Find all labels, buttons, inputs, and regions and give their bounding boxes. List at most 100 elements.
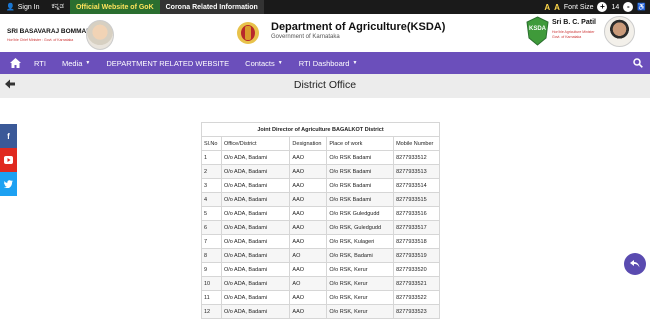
nav-item-contacts-label: Contacts [245, 58, 275, 68]
svg-text:KSDA: KSDA [529, 26, 547, 32]
cell-place: O/o RSK Badami [326, 164, 395, 179]
table-caption: Joint Director of Agriculture BAGALKOT D… [201, 122, 440, 137]
chief-minister-block: SRI BASAVARAJ BOMMAI Hon'ble Chief Minis… [4, 18, 114, 50]
chevron-down-icon: ▼ [85, 60, 91, 66]
cell-place: O/o RSK, Badami [326, 248, 395, 263]
table-row: 5 O/o ADA, Badami AAO O/o RSK Guledgudd 8277… [201, 206, 440, 221]
cell-slno: 3 [201, 178, 222, 193]
column-header-office: Office/District [220, 136, 291, 151]
cell-slno: 12 [201, 304, 222, 319]
cell-slno: 7 [201, 234, 222, 249]
nav-item-media-label: Media [61, 58, 83, 68]
cell-slno: 11 [201, 290, 222, 305]
chevron-down-icon: ▼ [277, 60, 283, 66]
cell-mobile: 8277933519 [393, 248, 440, 263]
gok-label: Official Website of GoK [75, 3, 154, 11]
facebook-button[interactable]: f [0, 124, 17, 148]
cell-designation: AAO [289, 234, 328, 249]
twitter-button[interactable] [0, 172, 17, 196]
undo-icon [630, 260, 640, 268]
user-icon: 👤 [6, 4, 15, 11]
accessibility-icon[interactable]: ♿ [637, 3, 646, 11]
karnataka-emblem-icon [237, 22, 259, 44]
nav-item-department-website[interactable]: DEPARTMENT RELATED WEBSITE [98, 52, 237, 74]
cell-slno: 6 [201, 220, 222, 235]
cell-office: O/o ADA, Badami [220, 150, 291, 165]
cell-mobile: 8277933522 [393, 290, 440, 305]
table-row: 9 O/o ADA, Badami AAO O/o RSK, Kerur 8277933… [201, 262, 440, 277]
nav-item-media[interactable]: Media ▼ [54, 52, 98, 74]
column-header-slno: Sl.No [201, 136, 222, 151]
cell-designation: AAO [289, 262, 328, 277]
cm-name: SRI BASAVARAJ BOMMAI [7, 28, 89, 35]
font-decrease-button[interactable]: - [623, 2, 634, 12]
cell-place: O/o RSK Guledgudd [326, 206, 395, 221]
cell-designation: AAO [289, 150, 328, 165]
corona-label: Corona Related Information [165, 3, 258, 11]
font-size-label: Font Size [563, 3, 594, 11]
cell-office: O/o ADA, Badami [220, 248, 291, 263]
cell-designation: AAO [289, 206, 328, 221]
corona-info-link[interactable]: Corona Related Information [159, 0, 264, 14]
ksda-logo-icon: KSDA [526, 16, 549, 46]
nav-item-rti-label: RTI [34, 58, 46, 68]
cell-place: O/o RSK, Kerur [326, 262, 395, 277]
youtube-button[interactable] [0, 148, 17, 172]
top-utility-bar: 👤 Sign In ಕನ್ನಡ Official Website of GoK … [0, 0, 650, 14]
language-toggle[interactable]: ಕನ್ನಡ [46, 0, 70, 14]
table-row: 2 O/o ADA, Badami AAO O/o RSK Badami 8277933… [201, 164, 440, 179]
cell-designation: AAO [289, 290, 328, 305]
column-header-place: Place of work [326, 136, 395, 151]
cell-mobile: 8277933515 [393, 192, 440, 207]
font-increase-button[interactable]: + [597, 2, 608, 12]
cell-mobile: 8277933517 [393, 220, 440, 235]
cell-mobile: 8277933516 [393, 206, 440, 221]
search-icon [633, 58, 643, 68]
department-subtitle: Government of Karnataka [271, 34, 340, 40]
font-a-large-button[interactable]: A [544, 3, 550, 12]
cell-place: O/o RSK Badami [326, 150, 395, 165]
cell-designation: AAO [289, 164, 328, 179]
nav-item-rti[interactable]: RTI [26, 52, 54, 74]
cell-office: O/o ADA, Badami [220, 192, 291, 207]
page-title: District Office [293, 79, 357, 91]
cell-place: O/o RSK Badami [326, 178, 395, 193]
cell-office: O/o ADA, Badami [220, 164, 291, 179]
main-nav: RTI Media ▼ DEPARTMENT RELATED WEBSITE C… [0, 52, 650, 74]
youtube-icon [4, 156, 13, 164]
cell-place: O/o RSK, Kerur [326, 304, 395, 319]
cell-place: O/o RSK, Guledgudd [326, 220, 395, 235]
cell-office: O/o ADA, Badami [220, 206, 291, 221]
home-icon [9, 58, 21, 68]
cell-designation: AAO [289, 178, 328, 193]
font-controls: A A Font Size + 14 - ♿ [544, 2, 650, 12]
cell-mobile: 8277933521 [393, 276, 440, 291]
nav-item-rti-dashboard[interactable]: RTI Dashboard ▼ [291, 52, 366, 74]
cell-office: O/o ADA, Badami [220, 234, 291, 249]
site-header: SRI BASAVARAJ BOMMAI Hon'ble Chief Minis… [0, 14, 650, 52]
cell-mobile: 8277933518 [393, 234, 440, 249]
cell-office: O/o ADA, Badami [220, 304, 291, 319]
cell-designation: AAO [289, 192, 328, 207]
cm-designation: Hon'ble Chief Minister : Govt. of Karnat… [7, 38, 74, 42]
page-title-bar: District Office [0, 74, 650, 98]
chevron-down-icon: ▼ [352, 60, 358, 66]
cell-slno: 10 [201, 276, 222, 291]
cell-slno: 5 [201, 206, 222, 221]
cell-slno: 2 [201, 164, 222, 179]
cell-slno: 8 [201, 248, 222, 263]
floating-action-button[interactable] [624, 253, 646, 275]
gok-website-link[interactable]: Official Website of GoK [69, 0, 160, 14]
search-button[interactable] [626, 52, 650, 74]
cell-office: O/o ADA, Badami [220, 276, 291, 291]
sign-in-link[interactable]: 👤 Sign In [0, 0, 46, 14]
minister-photo [604, 16, 635, 47]
table-row: 12 O/o ADA, Badami AAO O/o RSK, Kerur 827793… [201, 304, 440, 319]
cm-photo [86, 20, 114, 50]
home-link[interactable] [4, 52, 26, 74]
cell-mobile: 8277933520 [393, 262, 440, 277]
font-a-small-button[interactable]: A [554, 3, 560, 12]
twitter-icon [4, 180, 13, 188]
table-row: 6 O/o ADA, Badami AAO O/o RSK, Guledgudd 827… [201, 220, 440, 235]
nav-item-contacts[interactable]: Contacts ▼ [237, 52, 291, 74]
